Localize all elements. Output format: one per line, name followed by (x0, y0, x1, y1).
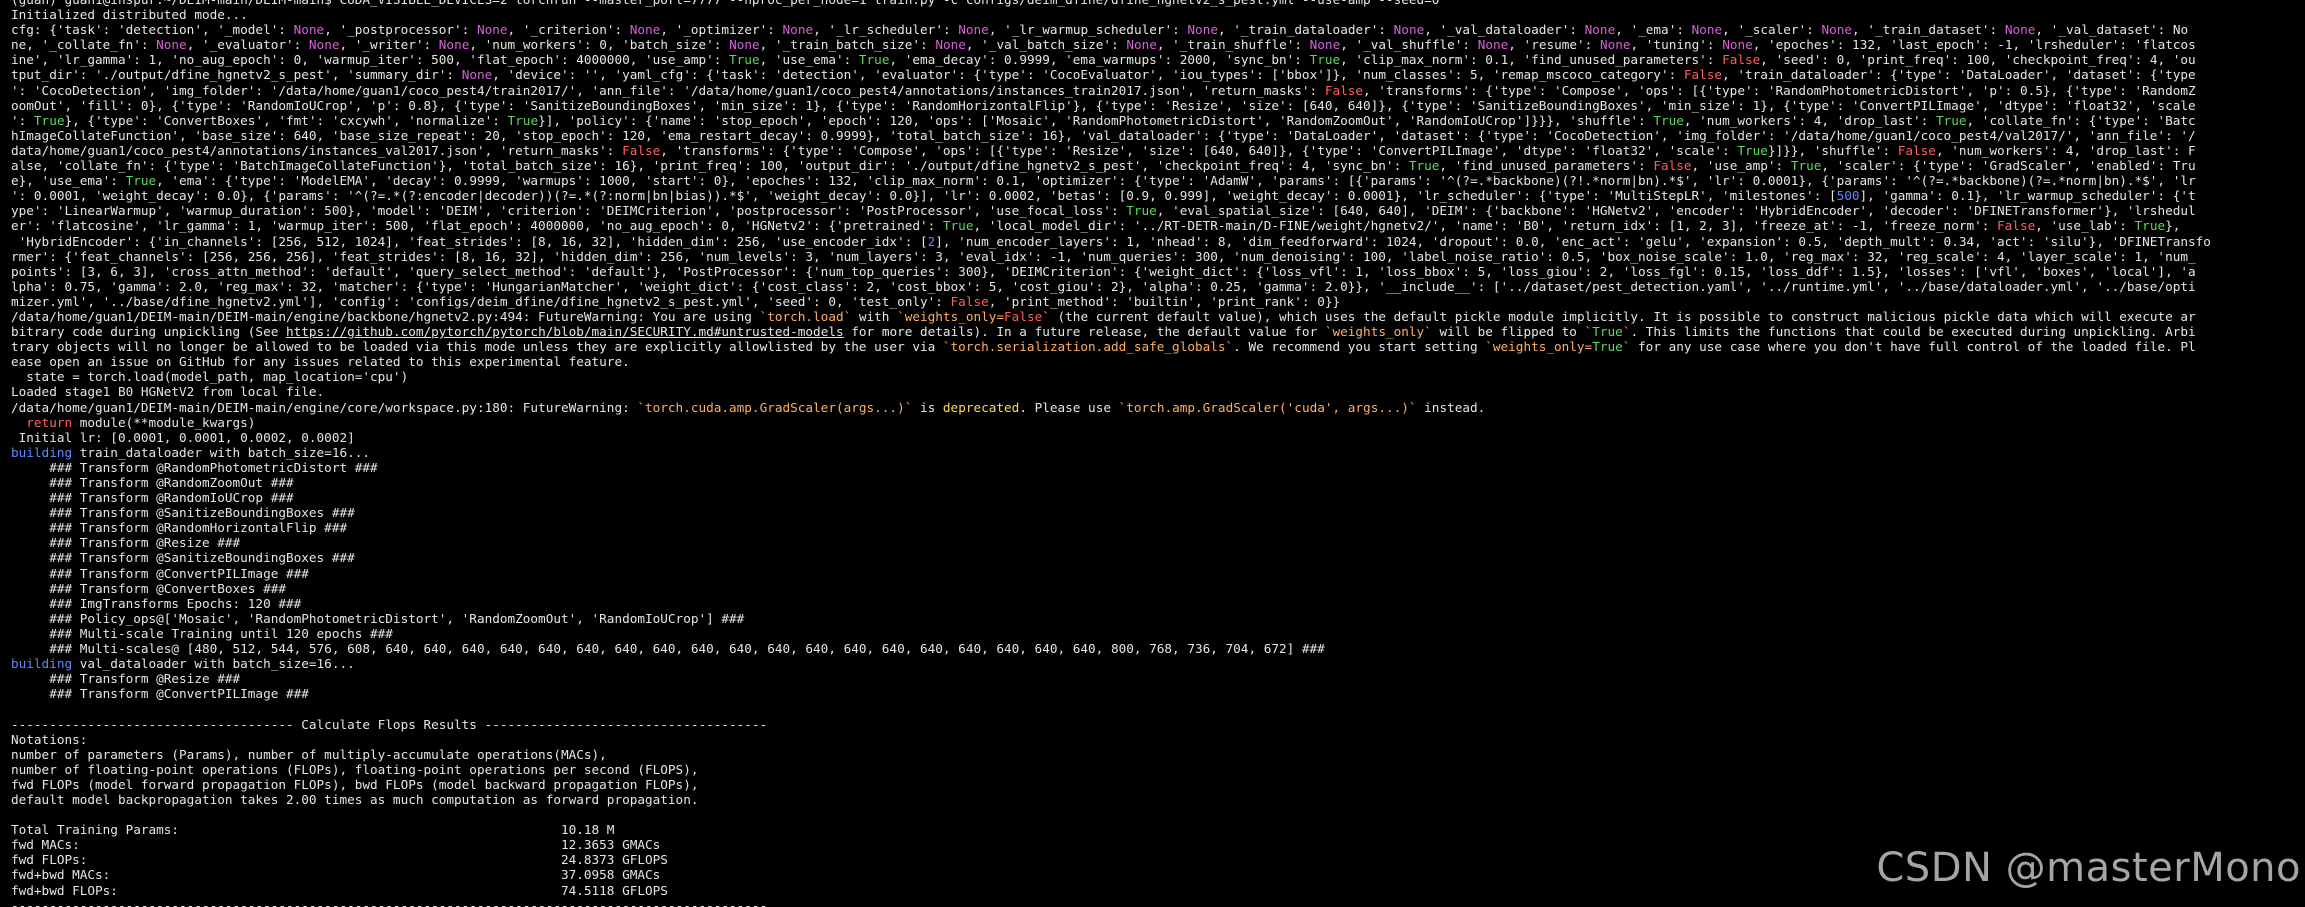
terminal-line: trary objects will no longer be allowed … (11, 339, 2196, 355)
terminal-line: ### Transform @SanitizeBoundingBoxes ### (11, 550, 355, 566)
terminal-line: bitrary code during unpickling (See http… (11, 324, 2196, 340)
terminal-line: /data/home/guan1/DEIM-main/DEIM-main/eng… (11, 308, 2196, 324)
terminal-line: 'HybridEncoder': {'in_channels': [256, 5… (11, 233, 2211, 249)
terminal-line: Total Training Params: 10.18 M (11, 822, 615, 838)
terminal-line: mizer.yml', '../base/dfine_hgnetv2.yml']… (11, 293, 1341, 309)
terminal-line: Initial lr: [0.0001, 0.0001, 0.0002, 0.0… (11, 429, 355, 445)
terminal-line: ': True}, {'type': 'ConvertBoxes', 'fmt'… (11, 112, 2196, 128)
terminal-line: data/home/guan1/coco_pest4/annotations/i… (11, 142, 2196, 158)
terminal-line: ne, '_collate_fn': None, '_evaluator': N… (11, 37, 2196, 53)
terminal-line: ### Transform @RandomIoUCrop ### (11, 490, 294, 506)
terminal-line: ### Transform @ConvertBoxes ### (11, 580, 286, 596)
terminal-line: ----------------------------------------… (11, 897, 768, 907)
terminal-line: alse, 'collate_fn': {'type': 'BatchImage… (11, 158, 2196, 174)
terminal-line: ### Transform @Resize ### (11, 671, 241, 687)
terminal-line: Notations: (11, 731, 88, 747)
csdn-watermark: CSDN @masterMono (1876, 845, 2301, 891)
terminal-line: lpha': 0.75, 'gamma': 2.0, 'reg_max': 32… (11, 278, 2196, 294)
terminal-line: Loaded stage1 B0 HGNetV2 from local file… (11, 384, 325, 400)
terminal-line: ### Transform @RandomZoomOut ### (11, 475, 294, 490)
terminal-line: ### Transform @RandomHorizontalFlip ### (11, 520, 348, 536)
terminal-line: (guan) guan1@inspur:~/DEIM-main/DEIM-mai… (11, 0, 2305, 7)
terminal-line: ### Multi-scales@ [480, 512, 544, 576, 6… (11, 641, 1325, 657)
terminal-line: number of parameters (Params), number of… (11, 746, 607, 762)
terminal-line: e}, 'use_ema': True, 'ema': {'type': 'Mo… (11, 173, 2196, 189)
terminal-output[interactable]: (guan) guan1@inspur:~/DEIM-main/DEIM-mai… (11, 0, 2305, 907)
terminal-line: points': [3, 6, 3], 'cross_attn_method':… (11, 263, 2196, 279)
terminal-line: ype': 'LinearWarmup', 'warmup_duration':… (11, 203, 2196, 219)
terminal-line: ### Transform @ConvertPILImage ### (11, 565, 309, 581)
terminal-line: er': 'flatcosine', 'lr_gamma': 1, 'warmu… (11, 218, 2181, 234)
terminal-line: Initialized distributed mode... (11, 7, 248, 23)
terminal-line: ': 'CocoDetection', 'img_folder': '/data… (11, 82, 2196, 98)
terminal-line: ​ (11, 807, 2305, 822)
terminal-line: fwd FLOPs (model forward propagation FLO… (11, 776, 699, 792)
terminal-line: number of floating-point operations (FLO… (11, 761, 699, 777)
terminal-line: tput_dir': './output/dfine_hgnetv2_s_pes… (11, 67, 2196, 83)
terminal-line: state = torch.load(model_path, map_locat… (11, 369, 409, 385)
terminal-line: ### Transform @SanitizeBoundingBoxes ### (11, 505, 355, 521)
terminal-line: /data/home/guan1/DEIM-main/DEIM-main/eng… (11, 399, 1486, 415)
terminal-line: ### Transform @Resize ### (11, 535, 241, 551)
terminal-line: oomOut', 'fill': 0}, {'type': 'RandomIoU… (11, 97, 2196, 113)
terminal-line: ​ (11, 701, 2305, 716)
terminal-line: ------------------------------------- Ca… (11, 716, 768, 732)
terminal-line: hImageCollateFunction', 'base_size': 640… (11, 127, 2196, 143)
terminal-line: ### Multi-scale Training until 120 epoch… (11, 625, 393, 641)
terminal-line: ine', 'lr_gamma': 1, 'no_aug_epoch': 0, … (11, 52, 2196, 68)
terminal-line: ease open an issue on GitHub for any iss… (11, 354, 630, 370)
terminal-line: ### Policy_ops@['Mosaic', 'RandomPhotome… (11, 610, 745, 626)
terminal-line: building train_dataloader with batch_siz… (11, 444, 371, 460)
terminal-line: building val_dataloader with batch_size=… (11, 656, 355, 672)
terminal-line: ': 0.0001, 'weight_decay': 0.0}, {'param… (11, 188, 2196, 204)
terminal-line: cfg: {'task': 'detection', '_model': Non… (11, 22, 2189, 38)
terminal-line: ### ImgTransforms Epochs: 120 ### (11, 595, 302, 611)
terminal-line: return module(**module_kwargs) (26, 414, 256, 430)
terminal-line: ### Transform @RandomPhotometricDistort … (11, 459, 378, 475)
terminal-line: default model backpropagation takes 2.00… (11, 791, 699, 807)
terminal-line: rmer': {'feat_channels': [256, 256, 256]… (11, 248, 2196, 264)
terminal-line: ### Transform @ConvertPILImage ### (11, 686, 309, 702)
